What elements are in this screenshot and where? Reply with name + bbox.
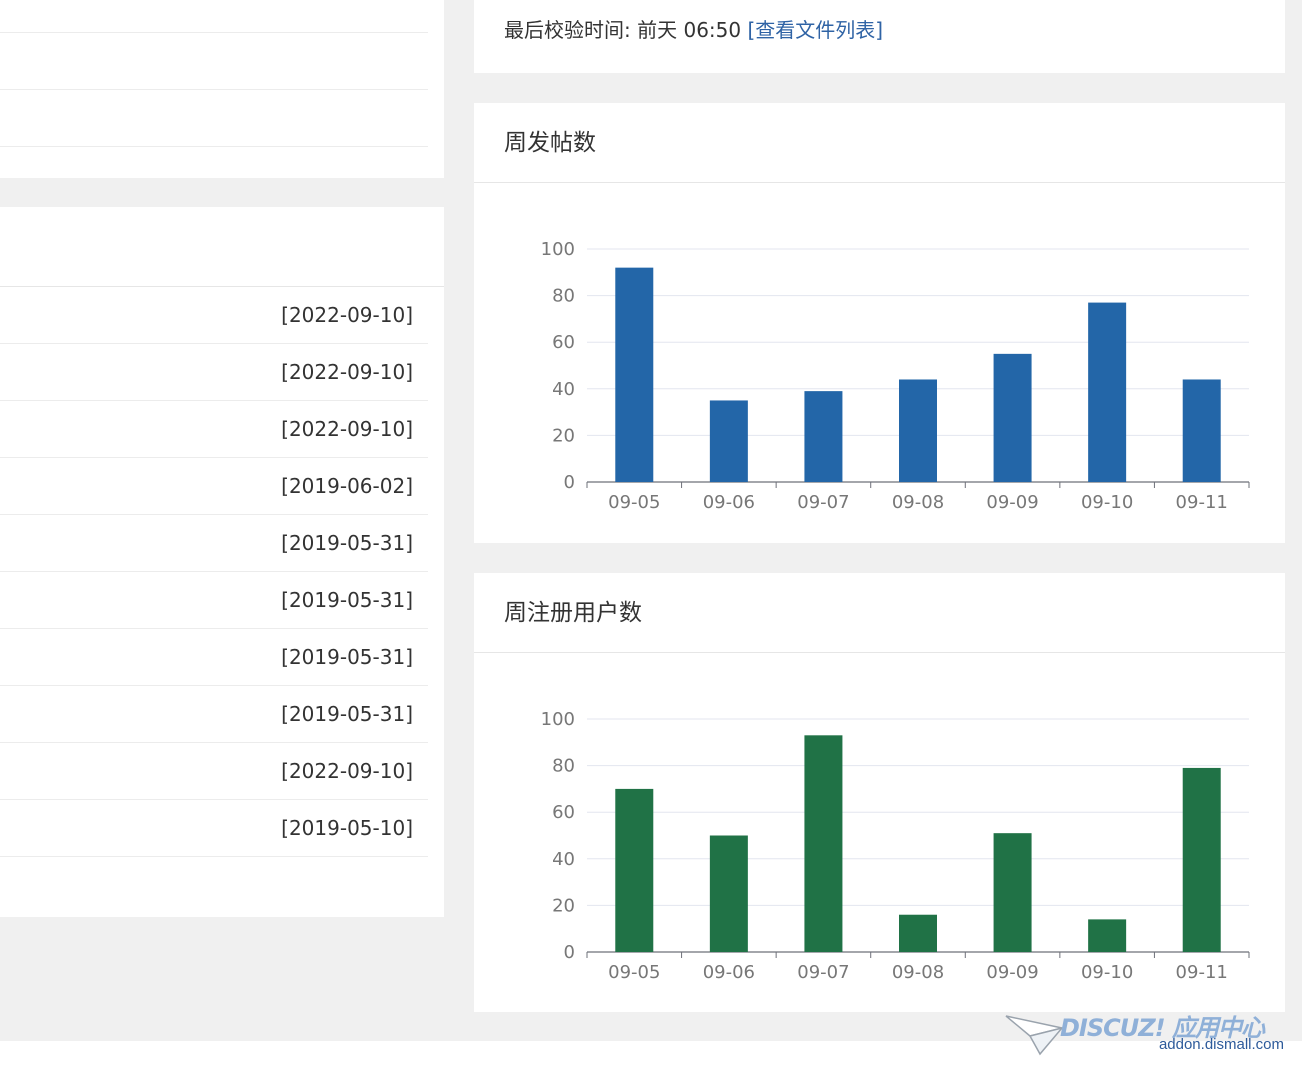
y-tick-label: 100 — [541, 239, 575, 260]
row-divider — [0, 146, 428, 147]
x-tick-label: 09-11 — [1176, 492, 1228, 513]
y-tick-label: 40 — [552, 849, 575, 870]
row-divider — [0, 32, 428, 33]
discuz-watermark: DISCUZ! 应用中心 addon.dismall.com — [1004, 1008, 1284, 1056]
y-tick-label: 60 — [552, 802, 575, 823]
bar[interactable] — [899, 914, 937, 952]
weekly-users-card: 周注册用户数 0 20 40 60 80 100 09-05 09-06 09-07 09-08 0… — [474, 573, 1285, 1012]
x-tick-label: 09-09 — [986, 962, 1038, 983]
y-tick-label: 80 — [552, 756, 575, 777]
bar[interactable] — [804, 391, 843, 482]
bar[interactable] — [1088, 302, 1127, 482]
bar[interactable] — [615, 788, 654, 952]
news-date: [2022-09-10] — [281, 360, 413, 384]
view-file-list-link[interactable]: [查看文件列表] — [747, 18, 883, 42]
verify-time: 前天 06:50 — [637, 18, 742, 42]
news-row[interactable]: [2019-05-31] — [0, 515, 428, 572]
x-tick-label: 09-09 — [986, 492, 1038, 513]
x-tick-label: 09-08 — [892, 962, 944, 983]
y-tick-label: 20 — [552, 895, 575, 916]
verify-label: 最后校验时间: — [504, 18, 631, 42]
bar[interactable] — [1182, 767, 1221, 952]
file-verify-panel: 最后校验时间: 前天 06:50 [查看文件列表] — [474, 0, 1285, 73]
news-row[interactable]: [2019-05-10] — [0, 800, 428, 857]
bar[interactable] — [899, 379, 937, 482]
news-row[interactable]: [2019-06-02] — [0, 458, 428, 515]
weekly-users-title: 周注册用户数 — [504, 600, 642, 626]
x-tick-label: 09-05 — [608, 492, 660, 513]
news-date: [2019-05-10] — [281, 816, 413, 840]
x-tick-label: 09-08 — [892, 492, 944, 513]
bar[interactable] — [804, 735, 843, 952]
y-tick-label: 60 — [552, 332, 575, 353]
row-divider — [0, 89, 428, 90]
news-row[interactable]: [2022-09-10] — [0, 401, 428, 458]
y-tick-label: 40 — [552, 379, 575, 400]
x-tick-label: 09-05 — [608, 962, 660, 983]
bar[interactable] — [709, 400, 748, 482]
weekly-posts-chart: 0 20 40 60 80 100 09-05 09-06 09-07 09-08 09-09 09-… — [541, 239, 1250, 513]
x-tick-label: 09-06 — [703, 492, 755, 513]
y-tick-label: 0 — [564, 472, 575, 493]
bar[interactable] — [709, 835, 748, 953]
news-row[interactable]: [2019-05-31] — [0, 686, 428, 743]
bar[interactable] — [1182, 379, 1221, 482]
x-tick-label: 09-10 — [1081, 962, 1133, 983]
bar[interactable] — [993, 353, 1032, 482]
news-row[interactable]: [2022-09-10] — [0, 344, 428, 401]
weekly-users-chart: 0 20 40 60 80 100 09-05 09-06 09-07 09-08 09-09 09-… — [541, 709, 1250, 983]
news-row[interactable]: [2022-09-10] — [0, 743, 428, 800]
news-date: [2019-05-31] — [281, 702, 413, 726]
news-date: [2022-09-10] — [281, 417, 413, 441]
y-tick-label: 100 — [541, 709, 575, 730]
x-tick-label: 09-10 — [1081, 492, 1133, 513]
news-row[interactable]: [2019-05-31] — [0, 629, 428, 686]
weekly-posts-card: 周发帖数 0 20 40 60 80 100 09-05 09-06 09-07 09-08 09-… — [474, 103, 1285, 543]
bar[interactable] — [615, 267, 654, 482]
x-tick-label: 09-11 — [1176, 962, 1228, 983]
news-row[interactable]: [2019-05-31] — [0, 572, 428, 629]
x-tick-label: 09-07 — [797, 492, 849, 513]
news-date: [2019-05-31] — [281, 588, 413, 612]
y-tick-label: 80 — [552, 286, 575, 307]
news-list-panel: [2022-09-10] [2022-09-10] [2022-09-10] [201… — [0, 207, 444, 917]
news-date: [2019-05-31] — [281, 645, 413, 669]
x-tick-label: 09-06 — [703, 962, 755, 983]
y-tick-label: 0 — [564, 942, 575, 963]
x-tick-label: 09-07 — [797, 962, 849, 983]
paper-plane-icon — [1005, 1015, 1064, 1056]
bar[interactable] — [993, 833, 1032, 952]
news-date: [2019-06-02] — [281, 474, 413, 498]
news-date: [2022-09-10] — [281, 303, 413, 327]
news-date: [2022-09-10] — [281, 759, 413, 783]
watermark-site: addon.dismall.com — [1158, 1036, 1284, 1053]
bar[interactable] — [1088, 919, 1127, 952]
news-date: [2019-05-31] — [281, 531, 413, 555]
verify-row: 最后校验时间: 前天 06:50 [查看文件列表] — [504, 14, 883, 46]
left-top-panel — [0, 0, 444, 178]
y-tick-label: 20 — [552, 425, 575, 446]
weekly-posts-title: 周发帖数 — [504, 130, 596, 156]
news-row[interactable]: [2022-09-10] — [0, 287, 428, 344]
